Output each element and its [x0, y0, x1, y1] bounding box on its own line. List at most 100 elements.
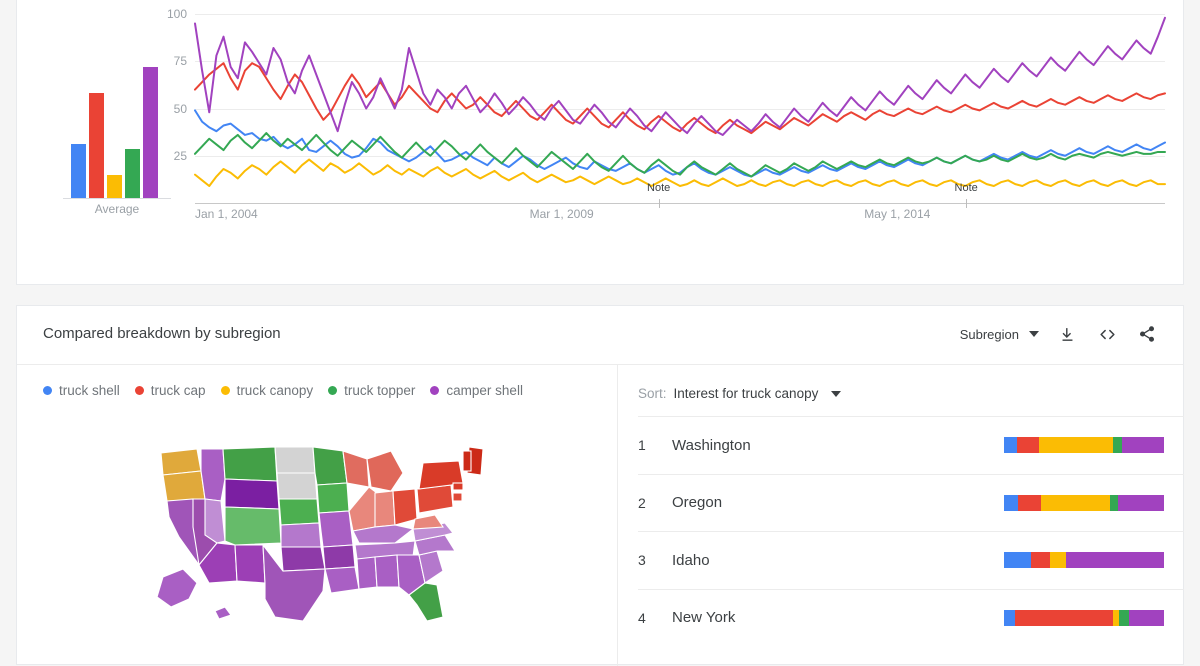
region-name: Washington: [672, 437, 1004, 454]
map-region-pa[interactable]: [453, 493, 462, 501]
map-region-il[interactable]: [349, 487, 377, 531]
legend-label: camper shell: [446, 379, 523, 402]
map-region-or[interactable]: [163, 471, 205, 501]
map-region-wi[interactable]: [343, 451, 369, 487]
stacked-bar-segment: [1066, 552, 1164, 568]
table-row[interactable]: 2Oregon: [638, 474, 1184, 532]
map-region-ia[interactable]: [317, 483, 349, 513]
map-region-wv[interactable]: [413, 515, 443, 529]
y-axis-tick: 100: [167, 7, 187, 21]
x-axis-tick: May 1, 2014: [864, 207, 930, 221]
map-container: [43, 441, 603, 651]
map-region-co[interactable]: [225, 507, 281, 545]
map-region-la[interactable]: [325, 567, 359, 593]
note-marker[interactable]: Note: [647, 182, 670, 194]
map-region-ar[interactable]: [323, 545, 355, 569]
stacked-bar-segment: [1119, 610, 1129, 626]
map-region-ok[interactable]: [281, 547, 325, 571]
map-region-al[interactable]: [375, 555, 399, 587]
average-bar: [71, 144, 86, 198]
sort-value: Interest for truck canopy: [674, 386, 819, 401]
embed-icon[interactable]: [1095, 322, 1119, 346]
stacked-bar: [1004, 437, 1164, 453]
map-region-ut[interactable]: [205, 499, 225, 543]
rank-number: 4: [638, 610, 672, 626]
map-region-sd[interactable]: [277, 473, 317, 499]
map-region-pa[interactable]: [417, 485, 453, 513]
subregion-rank-panel: Sort: Interest for truck canopy 1Washing…: [617, 364, 1184, 666]
map-region-ms[interactable]: [357, 557, 377, 589]
map-region-mt[interactable]: [223, 447, 277, 481]
breakdown-header: Compared breakdown by subregion Subregio…: [17, 306, 1183, 365]
stacked-bar: [1004, 495, 1164, 511]
stacked-bar: [1004, 552, 1164, 568]
chevron-down-icon: [831, 391, 841, 397]
legend-item[interactable]: truck canopy: [221, 379, 314, 402]
rank-number: 1: [638, 437, 672, 453]
map-region-ks[interactable]: [281, 523, 321, 547]
average-bars: [71, 58, 165, 198]
table-row[interactable]: 1Washington: [638, 416, 1184, 474]
region-name: New York: [672, 609, 1004, 626]
map-region-oh[interactable]: [393, 489, 417, 525]
legend-label: truck topper: [344, 379, 415, 402]
map-region-mn[interactable]: [313, 447, 347, 485]
sort-dropdown[interactable]: Sort: Interest for truck canopy: [638, 386, 841, 401]
x-axis-tick: Jan 1, 2004: [195, 207, 258, 221]
legend-label: truck canopy: [237, 379, 314, 402]
x-axis-tick: Mar 1, 2009: [530, 207, 594, 221]
map-region-mi[interactable]: [367, 451, 403, 491]
map-region-nm[interactable]: [235, 545, 265, 583]
download-icon[interactable]: [1055, 322, 1079, 346]
stacked-bar-segment: [1004, 552, 1031, 568]
legend-item[interactable]: truck topper: [328, 379, 415, 402]
table-row[interactable]: 4New York: [638, 589, 1184, 647]
trend-lines: [195, 1, 1165, 203]
note-marker[interactable]: Note: [955, 182, 978, 194]
legend-item[interactable]: truck cap: [135, 379, 206, 402]
stacked-bar-segment: [1129, 610, 1164, 626]
y-axis-tick: 75: [174, 54, 187, 68]
map-region-hi[interactable]: [215, 607, 231, 619]
legend-color-dot: [43, 386, 52, 395]
map-region-in[interactable]: [375, 491, 395, 527]
average-bar: [107, 175, 122, 198]
stacked-bar-segment: [1118, 495, 1164, 511]
timeseries-body: Average 100755025 NoteNote Jan 1, 2004Ma…: [17, 0, 1183, 284]
map-region-nd[interactable]: [275, 447, 315, 473]
legend-label: truck cap: [151, 379, 206, 402]
stacked-bar-segment: [1004, 495, 1018, 511]
average-bar: [143, 67, 158, 198]
compared-breakdown-card: Compared breakdown by subregion Subregio…: [16, 305, 1184, 665]
map-region-ne[interactable]: [279, 499, 319, 525]
share-icon[interactable]: [1135, 322, 1159, 346]
legend-item[interactable]: camper shell: [430, 379, 523, 402]
rank-number: 3: [638, 552, 672, 568]
map-region-mo[interactable]: [319, 511, 353, 547]
map-region-id[interactable]: [201, 449, 225, 501]
interest-over-time-card: Average 100755025 NoteNote Jan 1, 2004Ma…: [16, 0, 1184, 285]
us-map[interactable]: [153, 441, 493, 621]
google-trends-page: Average 100755025 NoteNote Jan 1, 2004Ma…: [0, 0, 1200, 630]
stacked-bar-segment: [1031, 552, 1050, 568]
rank-rows: 1Washington2Oregon3Idaho4New York: [638, 416, 1184, 646]
map-region-ny[interactable]: [453, 483, 463, 490]
stacked-bar: [1004, 610, 1164, 626]
legend-color-dot: [430, 386, 439, 395]
map-region-ak[interactable]: [157, 569, 197, 607]
table-row[interactable]: 3Idaho: [638, 531, 1184, 589]
breakdown-title: Compared breakdown by subregion: [43, 325, 281, 342]
subregion-dropdown[interactable]: Subregion: [960, 327, 1039, 342]
region-name: Idaho: [672, 552, 1004, 569]
legend-label: truck shell: [59, 379, 120, 402]
legend-item[interactable]: truck shell: [43, 379, 120, 402]
subregion-dropdown-label: Subregion: [960, 327, 1019, 342]
rank-number: 2: [638, 495, 672, 511]
sort-label: Sort:: [638, 386, 667, 401]
y-axis: 100755025: [159, 1, 191, 203]
map-region-wy[interactable]: [225, 479, 279, 509]
series-legend: truck shell truck cap truck canopy truck to…: [43, 379, 563, 402]
stacked-bar-segment: [1018, 495, 1040, 511]
map-region-me[interactable]: [463, 451, 471, 471]
stacked-bar-segment: [1050, 552, 1066, 568]
